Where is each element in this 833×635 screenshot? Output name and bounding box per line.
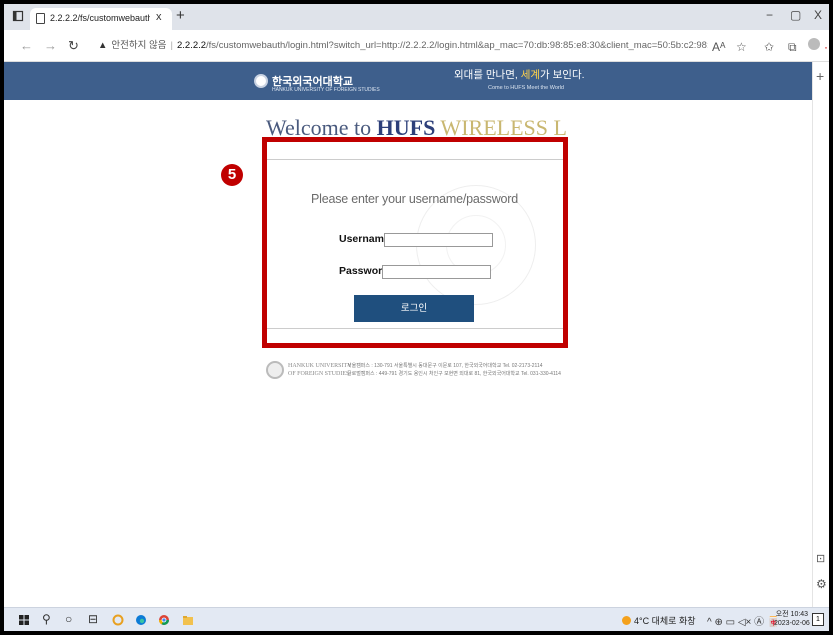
slogan-part2: 가 보인다.: [540, 69, 585, 81]
slogan-highlight: 세계: [520, 69, 541, 81]
welcome-part1: Welcome to: [266, 115, 377, 137]
weather-sun-icon: [622, 616, 631, 625]
page-content: 한국외국어대학교 HANKUK UNIVERSITY OF FOREIGN ST…: [4, 62, 812, 607]
username-label: Username: [339, 233, 390, 245]
url-path: /fs/customwebauth/login.html?switch_url=…: [206, 40, 708, 51]
file-explorer-icon[interactable]: [182, 614, 194, 626]
slogan-english: Come to HUFS Meet the World: [487, 85, 564, 91]
profile-icon[interactable]: [808, 38, 820, 50]
sidebar-split-icon[interactable]: ⊡: [816, 552, 825, 565]
footer-address-line1: 서울캠퍼스 : 130-791 서울특별시 동대문구 이문로 107, 한국외국…: [347, 363, 543, 369]
footer-university-name: HANKUK UNIVERSITY OF FOREIGN STUDIES: [288, 362, 352, 378]
footer-seal-icon: [266, 361, 284, 379]
close-window-button[interactable]: X: [814, 8, 822, 22]
system-clock[interactable]: 오전 10:43 2023-02-06: [774, 610, 810, 628]
welcome-heading: Welcome to HUFS WIRELESS LAN: [266, 115, 566, 137]
maximize-button[interactable]: ▢: [790, 8, 801, 22]
app-icon[interactable]: [112, 614, 124, 626]
university-name-english: HANKUK UNIVERSITY OF FOREIGN STUDIES: [272, 87, 380, 93]
browser-tab[interactable]: 2.2.2.2/fs/customwebauth/login x: [30, 8, 172, 30]
browser-window: 2.2.2.2/fs/customwebauth/login x + − ▢ X…: [4, 4, 829, 631]
address-separator: |: [170, 40, 173, 51]
cortana-icon[interactable]: ○: [65, 612, 72, 626]
url-host: 2.2.2.2: [176, 40, 207, 51]
footer-univ-line1: HANKUK UNIVERSITY: [288, 363, 352, 369]
refresh-icon[interactable]: ↻: [68, 38, 79, 54]
chrome-icon[interactable]: [158, 614, 170, 626]
task-view-icon[interactable]: ⊟: [88, 612, 98, 626]
password-field[interactable]: [382, 265, 491, 279]
title-bar: 2.2.2.2/fs/customwebauth/login x + − ▢ X: [4, 4, 829, 30]
footer-address-line2: 글로벌캠퍼스 : 449-791 경기도 용인시 처인구 모현면 외대로 81,…: [347, 371, 561, 377]
slogan-part1: 외대를 만나면,: [454, 69, 521, 81]
address-row: ← → ↻ ▲ 안전하지 않음 | 2.2.2.2/fs/customwebauth/…: [4, 30, 829, 62]
more-icon[interactable]: ·: [824, 40, 828, 54]
sidebar-settings-icon[interactable]: ⚙: [816, 577, 827, 591]
header-banner: 한국외국어대학교 HANKUK UNIVERSITY OF FOREIGN ST…: [4, 62, 812, 100]
tab-actions-icon[interactable]: [12, 10, 24, 22]
collections-icon[interactable]: ⧉: [788, 40, 797, 55]
forward-icon[interactable]: →: [44, 38, 57, 53]
security-label[interactable]: 안전하지 않음: [111, 40, 166, 51]
weather-text: 4°C 대체로 화창: [634, 616, 696, 626]
login-form: Please enter your username/password User…: [266, 159, 563, 329]
tab-close-icon[interactable]: x: [156, 11, 162, 23]
address-bar[interactable]: ▲ 안전하지 않음 | 2.2.2.2/fs/customwebauth/login.…: [98, 36, 708, 56]
new-tab-button[interactable]: +: [176, 7, 185, 24]
username-field[interactable]: [384, 233, 493, 247]
slogan: 외대를 만나면, 세계가 보인다. Come to HUFS Meet the …: [454, 67, 585, 91]
clock-date: 2023-02-06: [774, 620, 810, 627]
search-icon[interactable]: ⚲: [42, 612, 51, 626]
welcome-part3: WIRELESS LAN: [440, 115, 566, 137]
step-number-badge: 5: [221, 164, 243, 186]
favorite-icon[interactable]: ☆: [736, 40, 747, 54]
login-button[interactable]: 로그인: [354, 295, 474, 322]
footer-univ-line2: OF FOREIGN STUDIES: [288, 371, 350, 377]
welcome-part2: HUFS: [376, 115, 436, 137]
favorites-icon[interactable]: ✩: [764, 40, 774, 54]
browser-sidebar: + ⊡ ⚙: [812, 62, 829, 607]
edge-icon[interactable]: [135, 614, 147, 626]
tab-title: 2.2.2.2/fs/customwebauth/login: [50, 13, 150, 23]
page-footer: HANKUK UNIVERSITY OF FOREIGN STUDIES 서울캠…: [266, 359, 606, 385]
system-tray[interactable]: ^ ⊕ ▭ ◁× Ⓐ 🀄: [707, 613, 779, 628]
clock-time: 오전 10:43: [775, 611, 809, 618]
university-seal-icon: [254, 74, 268, 88]
footer-address: 서울캠퍼스 : 130-791 서울특별시 동대문구 이문로 107, 한국외국…: [347, 362, 561, 378]
sidebar-add-icon[interactable]: +: [816, 68, 824, 84]
login-prompt: Please enter your username/password: [310, 192, 518, 206]
weather-widget[interactable]: 4°C 대체로 화창: [622, 614, 696, 627]
taskbar: ⚲ ○ ⊟ 4°C 대체로 화창 ^ ⊕ ▭ ◁× Ⓐ 🀄 오전 10:43 2…: [4, 607, 829, 631]
notification-icon[interactable]: 1: [812, 613, 824, 626]
read-aloud-icon[interactable]: Aᴬ: [712, 40, 725, 54]
page-icon: [36, 13, 45, 24]
warning-icon[interactable]: ▲: [98, 40, 107, 51]
minimize-button[interactable]: −: [766, 8, 773, 22]
start-icon[interactable]: [18, 614, 30, 626]
back-icon[interactable]: ←: [20, 38, 33, 53]
